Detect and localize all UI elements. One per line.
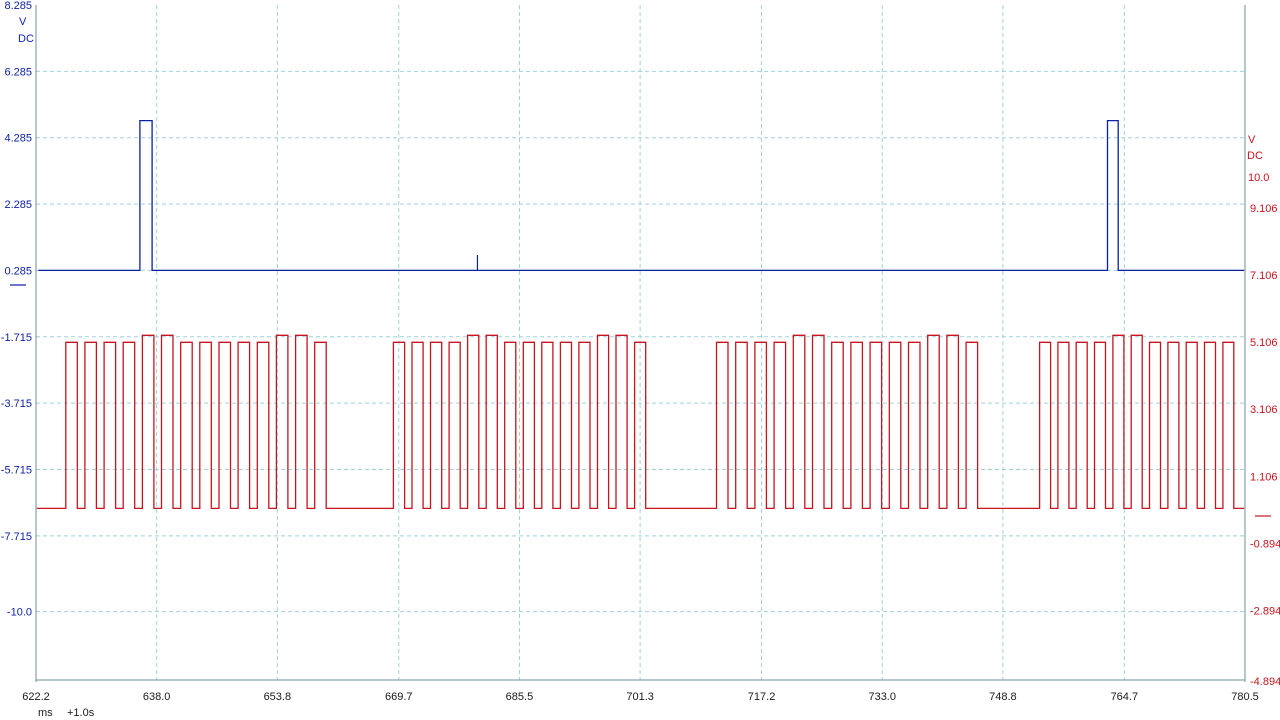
left-tick-label: 6.285	[4, 66, 32, 78]
x-tick-label: 669.7	[385, 691, 413, 703]
right-y-axis: 10.0 9.106 7.106 5.106 3.106 1.106 -0.894 -2.89…	[1247, 134, 1280, 688]
right-tick-label: 1.106	[1250, 471, 1278, 483]
time-offset-label: +1.0s	[67, 707, 95, 719]
time-axis: 622.2 638.0 653.8 669.7 685.5 701.3 717.2 733.0…	[22, 691, 1259, 719]
left-y-axis: 8.285 6.285 4.285 2.285 0.285 -1.715 -3.715 -5.…	[1, 0, 34, 619]
left-tick-label: -3.715	[1, 398, 32, 410]
left-tick-label: -5.715	[1, 464, 32, 476]
left-tick-label: -1.715	[1, 332, 32, 344]
x-tick-label: 638.0	[143, 691, 171, 703]
right-tick-label: 5.106	[1250, 337, 1278, 349]
right-tick-label: -4.894	[1250, 676, 1280, 688]
left-tick-label: 8.285	[4, 0, 32, 12]
x-tick-label: 764.7	[1111, 691, 1139, 703]
x-tick-label: 748.8	[989, 691, 1017, 703]
x-tick-label: 622.2	[22, 691, 50, 703]
x-tick-label: 653.8	[264, 691, 292, 703]
x-tick-label: 733.0	[868, 691, 896, 703]
left-tick-label: -7.715	[1, 531, 32, 543]
x-tick-label: 701.3	[626, 691, 654, 703]
x-tick-label: 717.2	[748, 691, 776, 703]
x-tick-label: 685.5	[506, 691, 534, 703]
left-tick-label: 4.285	[4, 133, 32, 145]
left-unit-label: V	[19, 16, 27, 28]
right-tick-label: 9.106	[1250, 203, 1278, 215]
left-tick-label: 2.285	[4, 199, 32, 211]
right-tick-label: 10.0	[1248, 172, 1269, 184]
left-coupling-label: DC	[18, 33, 34, 45]
left-tick-label: 0.285	[4, 265, 32, 277]
grid	[35, 5, 1246, 682]
right-tick-label: -2.894	[1250, 606, 1280, 618]
right-tick-label: 7.106	[1250, 270, 1278, 282]
time-unit-label: ms	[38, 707, 53, 719]
channel-a-trace	[38, 119, 1245, 272]
right-unit-label: V	[1248, 134, 1256, 146]
left-tick-label: -10.0	[7, 607, 32, 619]
right-tick-label: -0.894	[1250, 538, 1280, 550]
right-coupling-label: DC	[1247, 150, 1263, 162]
x-tick-label: 780.5	[1231, 691, 1259, 703]
right-tick-label: 3.106	[1250, 404, 1278, 416]
oscilloscope-plot: 8.285 6.285 4.285 2.285 0.285 -1.715 -3.715 -5.…	[1, 0, 1280, 719]
